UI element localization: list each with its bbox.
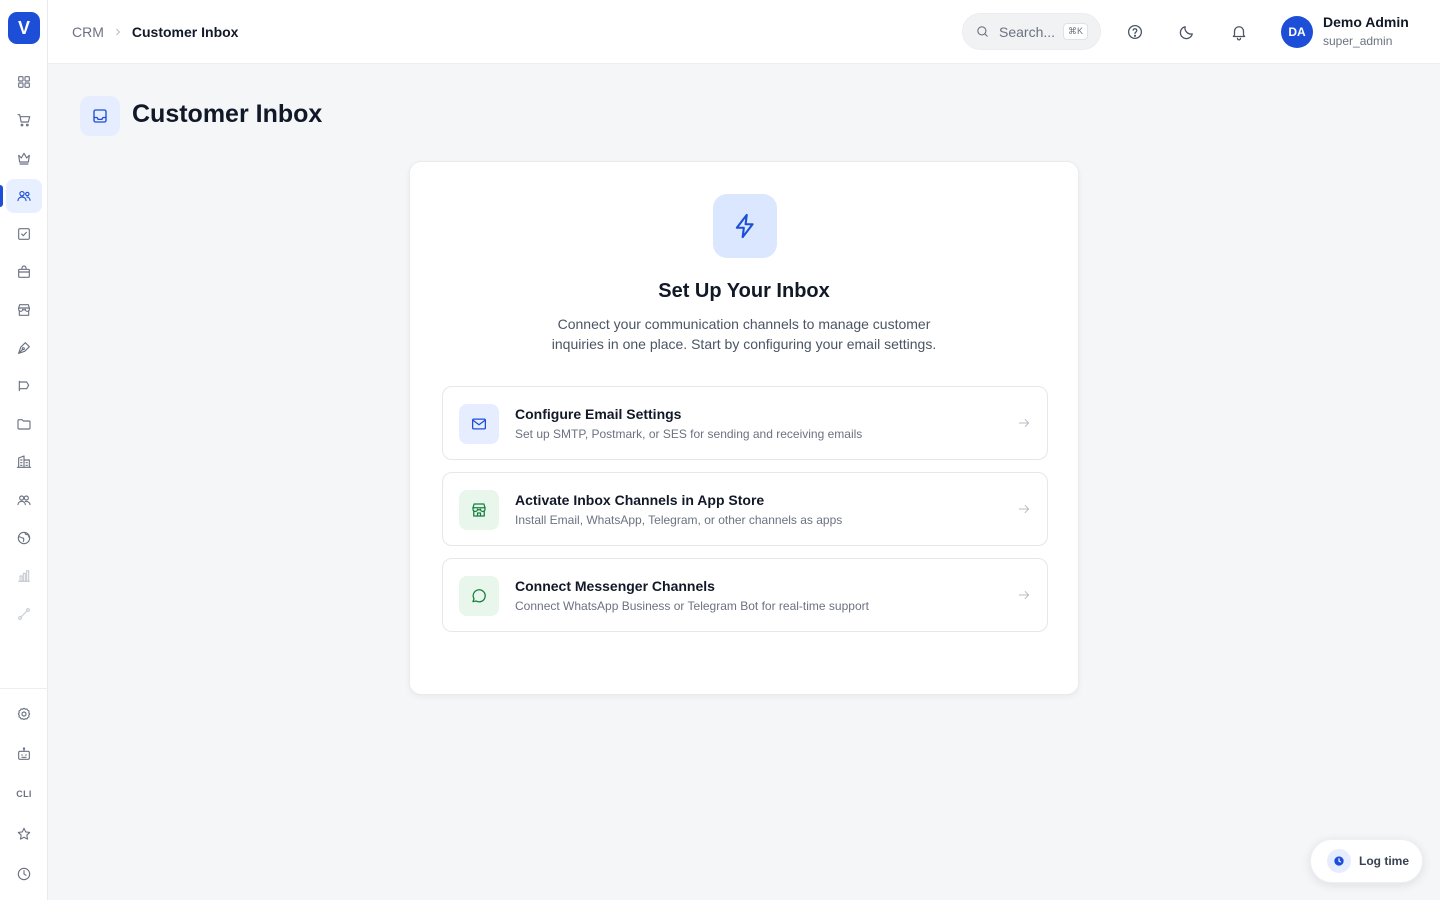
sidebar-item-orders[interactable] [6,103,42,137]
sidebar-item-marketing[interactable] [6,369,42,403]
theme-toggle-button[interactable] [1175,20,1199,44]
option-title: Activate Inbox Channels in App Store [515,492,765,508]
chevron-right-icon [116,28,121,36]
sidebar-item-tasks[interactable] [6,217,42,251]
option-configure-email[interactable]: Configure Email Settings Set up SMTP, Po… [442,386,1048,460]
option-icon-wrap [459,490,499,530]
sidebar-item-favorites[interactable] [6,817,42,851]
arrow-right-icon [1017,416,1031,430]
globe-icon [17,531,31,545]
bot-icon [18,747,30,760]
search-placeholder: Search... [999,23,1056,40]
setup-description: Connect your communication channels to m… [551,316,937,352]
breadcrumb: CRM Customer Inbox [72,0,238,64]
option-icon-wrap [459,576,499,616]
user-name[interactable]: Demo Admin [1323,14,1409,30]
gear-icon [17,707,31,721]
sidebar-item-dashboard[interactable] [6,65,42,99]
sidebar-item-companies[interactable] [6,445,42,479]
option-title: Connect Messenger Channels [515,578,715,594]
pen-nib-icon [18,342,30,354]
app-logo[interactable]: V [8,12,40,44]
help-icon [1127,24,1143,40]
option-activate-channels[interactable]: Activate Inbox Channels in App Store Ins… [442,472,1048,546]
shopping-bag-icon [18,265,30,278]
sidebar-item-stores[interactable] [6,293,42,327]
lightning-icon [735,213,754,239]
crown-icon [18,152,30,165]
users-icon [17,190,31,202]
page-title: Customer Inbox [132,100,323,128]
sidebar-item-settings[interactable] [6,697,42,731]
arrow-right-icon [1017,502,1031,516]
log-time-label: Log time [1359,854,1409,868]
sidebar-divider [0,688,48,689]
mail-icon [471,418,487,430]
moon-icon [1179,26,1193,40]
cart-icon [17,114,31,127]
sidebar-item-analytics[interactable] [6,559,42,593]
notifications-button[interactable] [1227,20,1251,44]
inbox-icon [93,109,107,123]
user-role: super_admin [1323,34,1393,48]
breadcrumb-crm[interactable]: CRM [72,24,104,40]
grid-icon [18,76,30,88]
checkbox-icon [18,228,30,240]
user-avatar[interactable]: DA [1281,16,1313,48]
sidebar-item-cli[interactable]: CLI [6,777,42,811]
option-subtitle: Install Email, WhatsApp, Telegram, or ot… [515,513,843,527]
option-subtitle: Set up SMTP, Postmark, or SES for sendin… [515,427,863,441]
megaphone-icon [18,380,30,392]
setup-title: Set Up Your Inbox [658,280,830,302]
star-icon [17,827,31,840]
search-shortcut: ⌘K [1062,23,1088,40]
sidebar-item-loyalty[interactable] [6,141,42,175]
store-icon [18,304,30,316]
bell-icon [1232,26,1246,41]
top-header: CRM Customer Inbox Search... ⌘K DA Demo … [48,0,1440,64]
user-group-icon [17,495,31,506]
sidebar: V CLI [0,0,48,900]
search-box[interactable]: Search... ⌘K [962,13,1101,50]
option-icon-wrap [459,404,499,444]
folder-icon [17,419,31,430]
search-icon [977,26,988,37]
option-subtitle: Connect WhatsApp Business or Telegram Bo… [515,599,869,613]
log-time-button[interactable]: Log time [1310,839,1423,883]
option-title: Configure Email Settings [515,406,682,422]
page-title-icon [80,96,120,136]
option-connect-messenger[interactable]: Connect Messenger Channels Connect Whats… [442,558,1048,632]
setup-hero-icon [713,194,777,258]
sidebar-item-teams[interactable] [6,483,42,517]
setup-card: Set Up Your Inbox Connect your communica… [409,161,1079,695]
cli-label: CLI [16,789,32,799]
breadcrumb-current: Customer Inbox [131,24,239,40]
sidebar-item-crm[interactable] [6,179,42,213]
store-icon [472,503,486,517]
route-icon [18,608,30,620]
help-button[interactable] [1123,20,1147,44]
sidebar-item-history[interactable] [6,857,42,891]
sidebar-item-content[interactable] [6,331,42,365]
building-icon [16,455,32,468]
breadcrumb-separator [112,26,124,38]
chat-bubble-icon [472,589,486,603]
active-indicator [0,185,3,207]
sidebar-item-products[interactable] [6,255,42,289]
arrow-right-icon [1017,588,1031,602]
sidebar-item-websites[interactable] [6,521,42,555]
sidebar-item-files[interactable] [6,407,42,441]
sidebar-item-workflows[interactable] [6,597,42,631]
sidebar-item-bot[interactable] [6,737,42,771]
bar-chart-icon [18,570,30,582]
clock-icon [17,867,31,881]
timer-icon [1327,849,1351,873]
